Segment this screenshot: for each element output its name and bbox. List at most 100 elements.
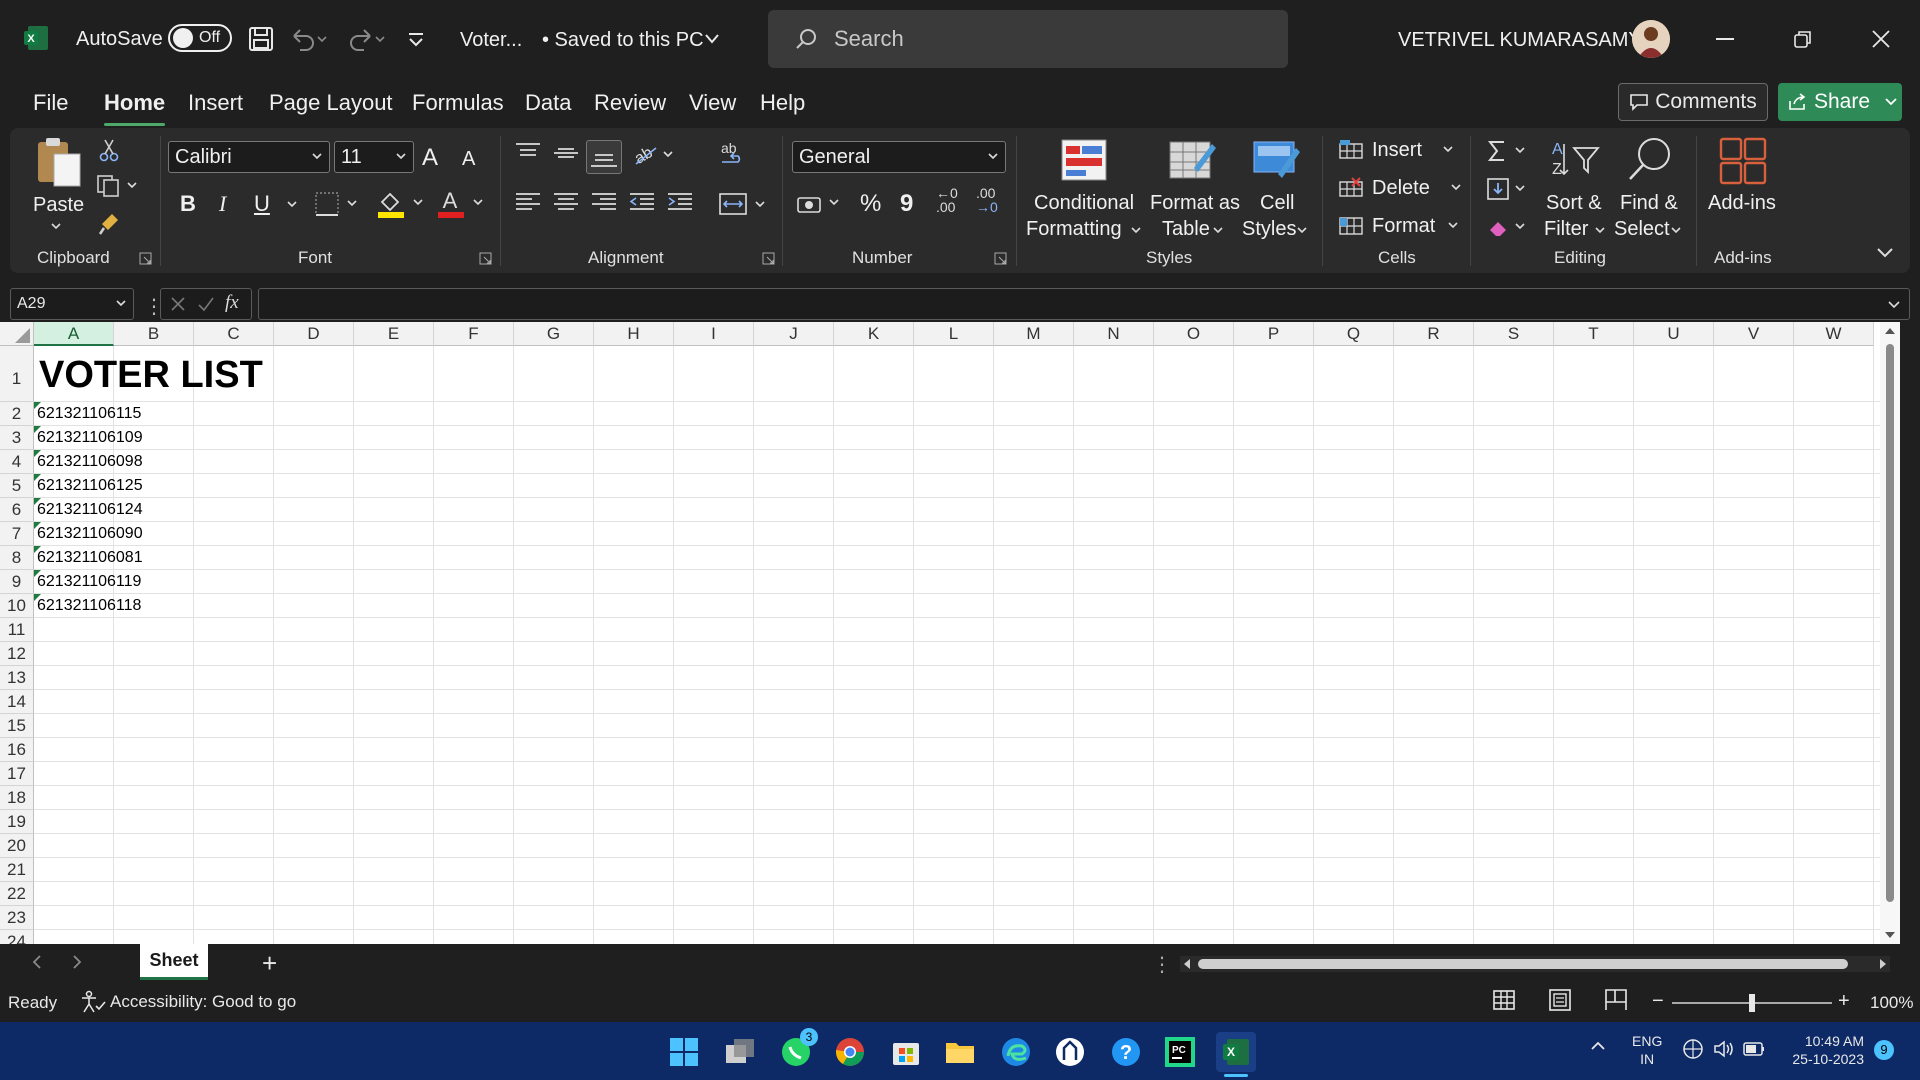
row-header-15[interactable]: 15 (0, 714, 34, 738)
formula-input[interactable] (258, 288, 1910, 320)
fill-color-icon[interactable] (376, 188, 428, 220)
cell-styles-icon[interactable] (1252, 138, 1302, 182)
scroll-left-icon[interactable] (1182, 958, 1192, 970)
name-box[interactable]: A29 (10, 288, 134, 320)
insert-function-icon[interactable]: fx (225, 292, 239, 314)
scroll-down-icon[interactable] (1884, 930, 1896, 940)
vertical-scroll-thumb[interactable] (1886, 344, 1894, 902)
cut-icon[interactable] (98, 138, 120, 162)
tab-page-layout[interactable]: Page Layout (269, 90, 393, 120)
tab-file[interactable]: File (33, 90, 68, 120)
pycharm-icon[interactable]: PC (1160, 1032, 1200, 1072)
avatar[interactable] (1632, 20, 1670, 58)
conditional-formatting-label-1[interactable]: Conditional (1034, 192, 1134, 215)
row-header-6[interactable]: 6 (0, 498, 34, 522)
customize-toolbar-icon[interactable] (406, 30, 426, 50)
align-left-icon[interactable] (514, 190, 542, 216)
borders-icon[interactable] (314, 191, 362, 217)
percent-button[interactable]: % (860, 190, 881, 218)
normal-view-icon[interactable] (1492, 988, 1516, 1012)
align-top-icon[interactable] (514, 140, 542, 166)
battery-icon[interactable] (1742, 1040, 1766, 1058)
align-center-icon[interactable] (552, 190, 580, 216)
wrap-text-icon[interactable]: ab (718, 140, 748, 170)
row-header-20[interactable]: 20 (0, 834, 34, 858)
row-header-2[interactable]: 2 (0, 402, 34, 426)
dialog-launcher-icon[interactable] (479, 252, 492, 265)
fill-icon[interactable] (1486, 176, 1530, 202)
copy-icon[interactable] (96, 174, 140, 198)
file-explorer-icon[interactable] (940, 1032, 980, 1072)
row-header-21[interactable]: 21 (0, 858, 34, 882)
increase-indent-icon[interactable] (666, 190, 694, 216)
previous-sheet-icon[interactable] (30, 954, 44, 970)
column-header-d[interactable]: D (274, 322, 354, 346)
comments-button[interactable]: Comments (1618, 83, 1768, 121)
chevron-down-icon[interactable] (50, 222, 62, 232)
shrink-font-button[interactable]: A (462, 148, 475, 171)
page-layout-view-icon[interactable] (1548, 988, 1572, 1012)
scroll-right-icon[interactable] (1878, 958, 1888, 970)
zoom-level[interactable]: 100% (1870, 993, 1913, 1013)
edge-icon[interactable] (996, 1032, 1036, 1072)
format-painter-icon[interactable] (98, 212, 122, 236)
row-header-22[interactable]: 22 (0, 882, 34, 906)
volume-icon[interactable] (1712, 1038, 1736, 1060)
column-header-k[interactable]: K (834, 322, 914, 346)
row-header-11[interactable]: 11 (0, 618, 34, 642)
sort-filter-icon[interactable]: AZ (1550, 136, 1602, 180)
zoom-out-button[interactable]: − (1652, 990, 1664, 1013)
row-header-8[interactable]: 8 (0, 546, 34, 570)
more-options-icon[interactable]: ⋮ (1152, 952, 1172, 977)
select-all-button[interactable] (0, 322, 34, 346)
cell-a2[interactable]: 621321106115 (37, 405, 141, 423)
expand-formula-icon[interactable] (1887, 299, 1901, 311)
column-header-w[interactable]: W (1794, 322, 1874, 346)
column-header-u[interactable]: U (1634, 322, 1714, 346)
column-header-a[interactable]: A (34, 322, 114, 346)
column-header-t[interactable]: T (1554, 322, 1634, 346)
network-icon[interactable] (1682, 1038, 1704, 1060)
sort-filter-label-2[interactable]: Filter (1544, 218, 1588, 241)
row-header-18[interactable]: 18 (0, 786, 34, 810)
decrease-decimal-button[interactable]: .00 →0 (976, 186, 1010, 214)
row-header-12[interactable]: 12 (0, 642, 34, 666)
chevron-down-icon[interactable] (1884, 96, 1898, 108)
tab-review[interactable]: Review (594, 90, 666, 120)
column-header-i[interactable]: I (674, 322, 754, 346)
row-header-17[interactable]: 17 (0, 762, 34, 786)
voter-list-title[interactable]: VOTER LIST (39, 354, 263, 397)
font-color-icon[interactable]: A (436, 188, 488, 220)
row-header-13[interactable]: 13 (0, 666, 34, 690)
file-name[interactable]: Voter... (460, 29, 522, 52)
align-middle-icon[interactable] (552, 140, 580, 166)
save-status[interactable]: • Saved to this PC (542, 29, 704, 52)
underline-button[interactable]: U (254, 191, 270, 217)
cell-styles-label-1[interactable]: Cell (1260, 192, 1294, 215)
start-icon[interactable] (664, 1032, 704, 1072)
sheet-tab[interactable]: Sheet (140, 944, 208, 980)
horizontal-scroll-thumb[interactable] (1198, 959, 1848, 969)
store-icon[interactable] (886, 1032, 926, 1072)
decrease-indent-icon[interactable] (628, 190, 656, 216)
merge-center-icon[interactable] (718, 190, 770, 218)
cell-a10[interactable]: 621321106118 (37, 597, 141, 615)
cell-a4[interactable]: 621321106098 (37, 453, 143, 471)
addins-button-label[interactable]: Add-ins (1708, 192, 1776, 215)
column-header-p[interactable]: P (1234, 322, 1314, 346)
column-header-b[interactable]: B (114, 322, 194, 346)
delete-cells-button[interactable]: Delete (1338, 176, 1462, 200)
align-bottom-icon[interactable] (586, 140, 622, 174)
close-icon[interactable] (1872, 30, 1890, 48)
row-header-23[interactable]: 23 (0, 906, 34, 930)
font-size-select[interactable]: 11 (334, 141, 414, 173)
row-header-3[interactable]: 3 (0, 426, 34, 450)
paste-label[interactable]: Paste (33, 194, 84, 217)
column-header-s[interactable]: S (1474, 322, 1554, 346)
row-header-9[interactable]: 9 (0, 570, 34, 594)
tab-data[interactable]: Data (525, 90, 571, 120)
row-header-4[interactable]: 4 (0, 450, 34, 474)
chrome-icon[interactable] (830, 1032, 870, 1072)
font-family-select[interactable]: Calibri (168, 141, 330, 173)
cell-a8[interactable]: 621321106081 (37, 549, 143, 567)
